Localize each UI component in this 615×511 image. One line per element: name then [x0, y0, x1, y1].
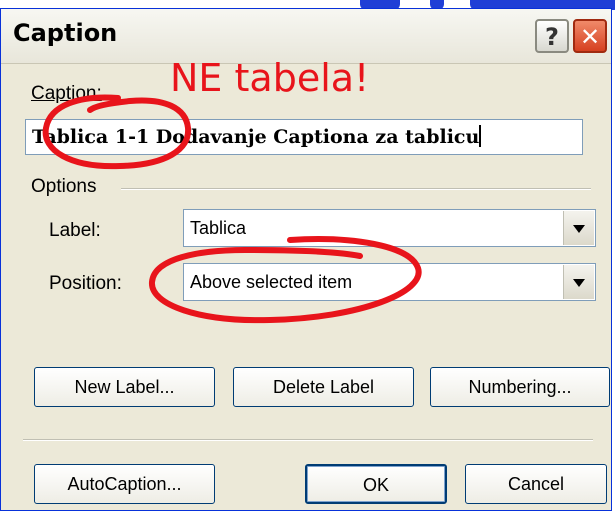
chevron-down-icon[interactable]	[563, 211, 594, 245]
options-group-divider	[121, 188, 591, 190]
caption-input[interactable]: Tablica 1-1 Dodavanje Captiona za tablic…	[25, 119, 583, 155]
help-button[interactable]: ?	[535, 19, 569, 53]
autocaption-button[interactable]: AutoCaption...	[34, 464, 215, 504]
new-label-button[interactable]: New Label...	[34, 367, 215, 407]
caption-input-text: Tablica 1-1 Dodavanje Captiona za tablic…	[32, 126, 480, 148]
cancel-button[interactable]: Cancel	[465, 464, 607, 504]
options-group-label: Options	[31, 176, 97, 197]
chevron-down-icon[interactable]	[563, 265, 594, 299]
close-button[interactable]: ✕	[573, 19, 607, 53]
position-field-label: Position:	[49, 273, 122, 294]
caption-label: Caption:	[31, 83, 102, 104]
delete-label-button[interactable]: Delete Label	[233, 367, 414, 407]
annotation-text: NE tabela!	[170, 56, 370, 100]
button-separator	[23, 439, 593, 441]
dialog-title: Caption	[13, 19, 118, 47]
label-field-label: Label:	[49, 220, 101, 241]
position-select-value: Above selected item	[190, 272, 353, 292]
position-select[interactable]: Above selected item	[183, 263, 596, 301]
text-caret	[479, 125, 482, 147]
label-select-value: Tablica	[190, 218, 247, 238]
numbering-button[interactable]: Numbering...	[430, 367, 610, 407]
label-select[interactable]: Tablica	[183, 209, 596, 247]
ok-button[interactable]: OK	[305, 464, 447, 504]
